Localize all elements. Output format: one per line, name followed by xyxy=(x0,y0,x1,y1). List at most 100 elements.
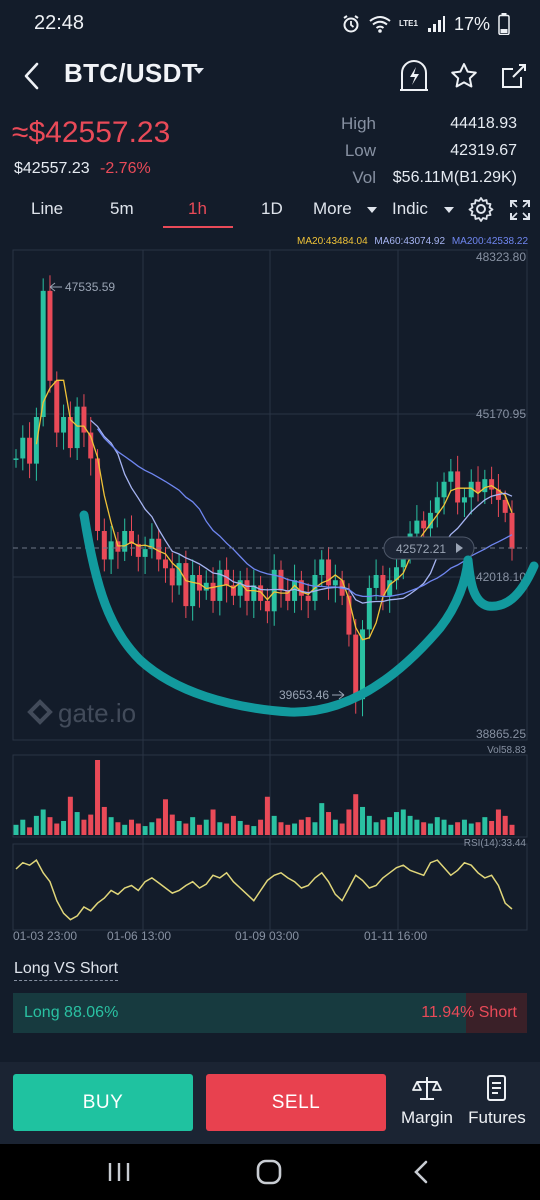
volume-bar xyxy=(305,817,311,835)
volume-bar xyxy=(230,815,236,835)
buy-button[interactable]: BUY xyxy=(13,1074,193,1131)
trade-action-bar: BUY SELL Margin Futures xyxy=(0,1062,540,1144)
favorite-button[interactable] xyxy=(446,56,482,96)
volume-bar xyxy=(47,817,53,835)
volume-bar xyxy=(244,824,250,835)
candle xyxy=(482,479,488,493)
svg-text:gate.io: gate.io xyxy=(58,698,136,728)
high-label: High xyxy=(341,114,376,133)
candle xyxy=(414,520,420,534)
candle xyxy=(190,575,196,607)
volume-bar xyxy=(81,819,87,835)
volume-bar xyxy=(74,812,80,835)
volume-bar xyxy=(332,819,338,835)
battery-percent: 17% xyxy=(453,13,490,34)
volume-bar xyxy=(271,815,277,835)
price-alert-button[interactable] xyxy=(396,56,432,96)
volume-bar xyxy=(251,826,257,835)
volume-bar xyxy=(264,796,270,835)
volume-bar xyxy=(13,824,19,835)
candle xyxy=(332,580,338,586)
gear-icon xyxy=(468,197,494,222)
volume-bar xyxy=(135,823,141,835)
gateio-watermark: gate.io xyxy=(27,698,136,728)
futures-button[interactable]: Futures xyxy=(462,1074,532,1134)
signal-icon xyxy=(427,16,445,32)
candle xyxy=(176,563,182,586)
volume-bar xyxy=(108,817,114,835)
indic-chevron-icon xyxy=(444,207,454,213)
nav-back-button[interactable] xyxy=(401,1154,441,1190)
volume-bar xyxy=(468,823,474,835)
tab-1d[interactable]: 1D xyxy=(261,199,283,219)
candle xyxy=(366,587,372,630)
recent-apps-icon xyxy=(108,1163,130,1181)
alarm-icon xyxy=(343,15,359,33)
chevron-down-icon[interactable] xyxy=(194,68,204,74)
candle xyxy=(47,290,53,381)
margin-label: Margin xyxy=(401,1108,453,1127)
tab-1h[interactable]: 1h xyxy=(188,199,207,219)
volume-bar xyxy=(54,823,60,835)
candle xyxy=(441,481,447,498)
volume-bar xyxy=(421,822,427,835)
volume-bar xyxy=(380,819,386,835)
margin-button[interactable]: Margin xyxy=(392,1074,462,1134)
volume-bar xyxy=(387,817,393,835)
volume-bar xyxy=(33,815,39,835)
candle xyxy=(101,530,107,560)
long-short-bar: Long 88.06% 11.94% Short xyxy=(13,993,527,1033)
current-price-tag[interactable]: 42572.21 xyxy=(383,536,475,560)
battery-icon xyxy=(498,13,510,35)
low-value: 42319.67 xyxy=(450,142,517,159)
recent-apps-button[interactable] xyxy=(99,1154,139,1190)
more-chevron-icon xyxy=(367,207,377,213)
candle xyxy=(13,458,19,460)
candle xyxy=(502,499,508,513)
vol-value: $56.11M(B1.29K) xyxy=(392,169,517,186)
price-chart[interactable]: gate.io 42572.21 48323.80 45170.95 42018… xyxy=(0,230,540,950)
long-short-title[interactable]: Long VS Short xyxy=(14,960,119,981)
volume-bar xyxy=(129,819,135,835)
candle xyxy=(54,380,60,433)
back-button[interactable] xyxy=(16,56,46,96)
home-button[interactable] xyxy=(249,1154,289,1190)
pair-selector[interactable]: BTC/USDT xyxy=(64,58,198,89)
tab-indicators[interactable]: Indic xyxy=(392,199,428,219)
candle xyxy=(169,568,175,586)
volume-bar xyxy=(237,820,243,835)
tab-more[interactable]: More xyxy=(313,199,352,219)
candle xyxy=(509,512,515,549)
svg-text:47535.59: 47535.59 xyxy=(65,280,115,294)
svg-text:42572.21: 42572.21 xyxy=(396,542,446,556)
candle xyxy=(210,582,216,601)
volume-bar xyxy=(176,820,182,835)
document-icon xyxy=(487,1075,506,1101)
volume-bar xyxy=(292,823,298,835)
candles-layer xyxy=(13,275,515,717)
tab-line[interactable]: Line xyxy=(31,199,63,219)
volume-bar xyxy=(360,806,366,835)
price-change: -2.76% xyxy=(100,160,151,177)
volume-bar xyxy=(407,815,413,835)
fullscreen-button[interactable] xyxy=(508,198,532,222)
candle xyxy=(264,600,270,612)
volume-bar xyxy=(448,824,454,835)
volume-bar xyxy=(285,824,291,835)
settings-button[interactable] xyxy=(468,196,494,222)
share-button[interactable] xyxy=(496,56,532,96)
sell-button[interactable]: SELL xyxy=(206,1074,386,1131)
high-value: 44418.93 xyxy=(450,115,517,132)
volume-bar xyxy=(414,819,420,835)
wifi-icon xyxy=(369,16,391,33)
last-price: $42557.23 xyxy=(14,160,90,177)
candle xyxy=(156,538,162,560)
home-icon xyxy=(256,1159,282,1185)
price-axis-2: 45170.95 xyxy=(476,407,526,421)
tab-5m[interactable]: 5m xyxy=(110,199,134,219)
status-time: 22:48 xyxy=(34,12,85,34)
network-label: LTE1 xyxy=(399,19,418,28)
candle xyxy=(20,437,26,459)
candle xyxy=(74,406,80,449)
volume-bar xyxy=(489,820,495,835)
